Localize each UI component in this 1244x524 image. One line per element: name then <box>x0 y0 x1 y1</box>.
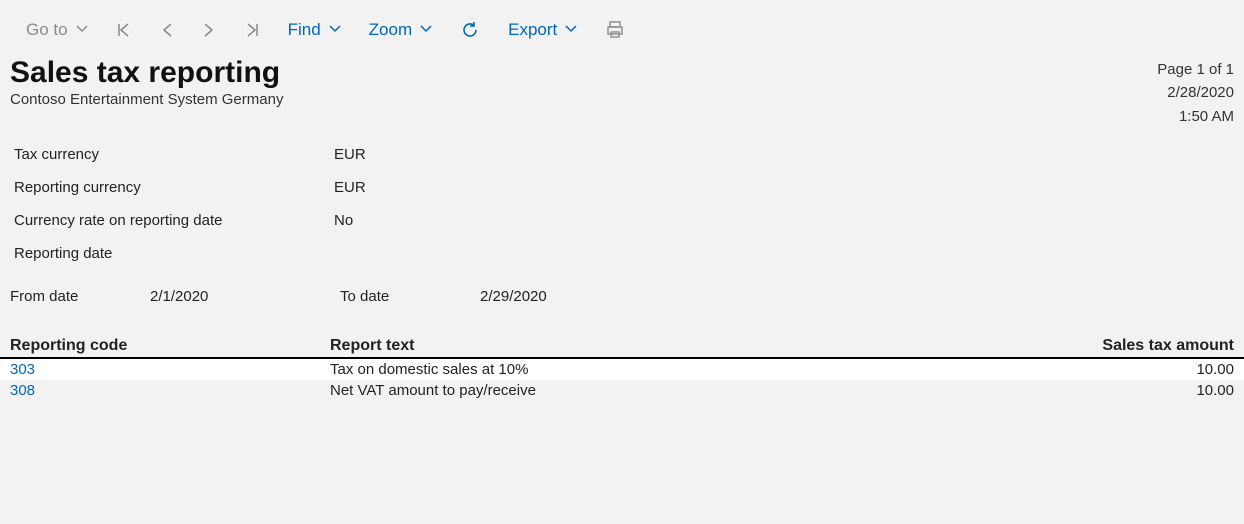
param-rate-on-date: Currency rate on reporting date No <box>14 204 1230 237</box>
report-text-cell: Net VAT amount to pay/receive <box>330 382 1034 399</box>
table-header: Reporting code Report text Sales tax amo… <box>0 335 1244 359</box>
param-label: Currency rate on reporting date <box>14 212 334 229</box>
col-header-code: Reporting code <box>10 337 330 355</box>
param-reporting-date: Reporting date <box>14 237 1230 270</box>
report-parameters: Tax currency EUR Reporting currency EUR … <box>0 128 1244 270</box>
last-page-button[interactable] <box>244 22 260 38</box>
chevron-down-icon <box>420 20 432 40</box>
param-value: EUR <box>334 179 454 196</box>
param-value <box>334 245 454 262</box>
param-tax-currency: Tax currency EUR <box>14 138 1230 171</box>
param-label: Reporting date <box>14 245 334 262</box>
param-reporting-currency: Reporting currency EUR <box>14 171 1230 204</box>
from-date-value: 2/1/2020 <box>150 288 340 305</box>
param-value: EUR <box>334 146 454 163</box>
print-button[interactable] <box>605 20 625 40</box>
to-date-label: To date <box>340 288 480 305</box>
company-name: Contoso Entertainment System Germany <box>10 91 283 108</box>
zoom-dropdown[interactable]: Zoom <box>369 20 432 40</box>
col-header-text: Report text <box>330 337 1034 355</box>
goto-label: Go to <box>26 20 68 40</box>
zoom-label: Zoom <box>369 20 412 40</box>
refresh-button[interactable] <box>460 20 480 40</box>
to-date-value: 2/29/2020 <box>480 288 670 305</box>
param-label: Tax currency <box>14 146 334 163</box>
report-title: Sales tax reporting <box>10 56 283 89</box>
reporting-code-link[interactable]: 303 <box>10 361 330 378</box>
report-toolbar: Go to Find Zoom <box>0 0 1244 48</box>
param-value: No <box>334 212 454 229</box>
chevron-down-icon <box>329 20 341 40</box>
report-title-block: Sales tax reporting Contoso Entertainmen… <box>10 56 283 128</box>
amount-cell: 10.00 <box>1034 382 1234 399</box>
date-range-row: From date 2/1/2020 To date 2/29/2020 <box>0 270 1244 305</box>
find-label: Find <box>288 20 321 40</box>
table-row: 303 Tax on domestic sales at 10% 10.00 <box>0 359 1244 380</box>
goto-dropdown[interactable]: Go to <box>26 20 88 40</box>
run-date: 2/28/2020 <box>1157 81 1234 104</box>
report-header: Sales tax reporting Contoso Entertainmen… <box>0 48 1244 128</box>
chevron-down-icon <box>76 20 88 40</box>
param-label: Reporting currency <box>14 179 334 196</box>
reporting-code-link[interactable]: 308 <box>10 382 330 399</box>
run-time: 1:50 AM <box>1157 105 1234 128</box>
report-meta: Page 1 of 1 2/28/2020 1:50 AM <box>1157 56 1234 128</box>
table-row: 308 Net VAT amount to pay/receive 10.00 <box>0 380 1244 401</box>
chevron-down-icon <box>565 20 577 40</box>
prev-page-button[interactable] <box>160 22 174 38</box>
amount-cell: 10.00 <box>1034 361 1234 378</box>
find-dropdown[interactable]: Find <box>288 20 341 40</box>
report-text-cell: Tax on domestic sales at 10% <box>330 361 1034 378</box>
col-header-amount: Sales tax amount <box>1034 337 1234 355</box>
report-table: Reporting code Report text Sales tax amo… <box>0 335 1244 401</box>
page-number: Page 1 of 1 <box>1157 58 1234 81</box>
first-page-button[interactable] <box>116 22 132 38</box>
export-label: Export <box>508 20 557 40</box>
next-page-button[interactable] <box>202 22 216 38</box>
from-date-label: From date <box>10 288 150 305</box>
export-dropdown[interactable]: Export <box>508 20 577 40</box>
